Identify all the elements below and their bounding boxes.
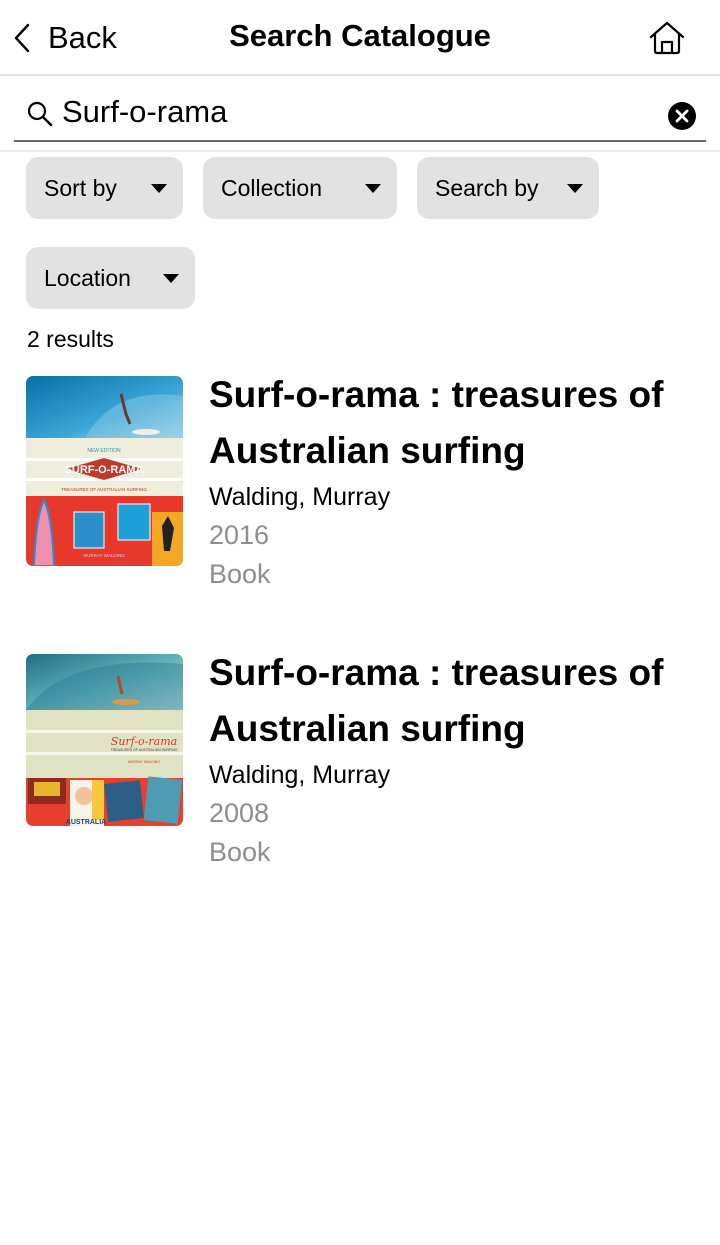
search-by-dropdown[interactable]: Search by — [417, 157, 599, 219]
result-title[interactable]: Surf-o-rama : treasures of Australian su… — [209, 367, 699, 479]
collection-label: Collection — [221, 174, 322, 201]
result-title[interactable]: Surf-o-rama : treasures of Australian su… — [209, 645, 699, 757]
cover-edition-text: NEW EDITION — [87, 448, 121, 454]
caret-down-icon — [365, 183, 381, 193]
result-item[interactable]: SURF-O-RAMA NEW EDITION TREASURES OF AUS… — [26, 372, 706, 589]
cover-poster-text: AUSTRALIA — [66, 819, 106, 826]
search-icon — [27, 101, 53, 127]
sort-by-dropdown[interactable]: Sort by — [26, 157, 183, 219]
results-count: 2 results — [27, 326, 114, 352]
result-author: Walding, Murray — [209, 483, 391, 511]
result-type: Book — [209, 559, 271, 589]
search-by-label: Search by — [435, 174, 539, 201]
clear-search-button[interactable] — [668, 102, 696, 130]
result-year: 2008 — [209, 798, 270, 828]
caret-down-icon — [163, 273, 179, 283]
cover-subtitle-text: TREASURES OF AUSTRALIAN SURFING — [111, 748, 178, 752]
nav-bar: Back Search Catalogue — [0, 0, 720, 76]
book-cover-image: SURF-O-RAMA NEW EDITION TREASURES OF AUS… — [26, 376, 183, 566]
clear-icon — [675, 109, 689, 123]
page-title: Search Catalogue — [229, 18, 491, 53]
book-cover-image: Surf-o-rama TREASURES OF AUSTRALIAN SURF… — [26, 654, 183, 826]
caret-down-icon — [567, 183, 583, 193]
result-type: Book — [209, 837, 271, 867]
cover-author-text: MURRAY WALDING — [128, 760, 160, 764]
home-icon[interactable] — [648, 20, 686, 56]
divider — [0, 150, 720, 152]
location-label: Location — [44, 264, 131, 291]
cover-logo-text: Surf-o-rama — [111, 735, 177, 748]
search-bar — [14, 76, 706, 142]
cover-author-text: MURRAY WALDING — [83, 553, 125, 558]
cover-subtitle-text: TREASURES OF AUSTRALIAN SURFING — [61, 487, 147, 492]
location-dropdown[interactable]: Location — [26, 247, 195, 309]
result-item[interactable]: Surf-o-rama TREASURES OF AUSTRALIAN SURF… — [26, 650, 706, 867]
sort-by-label: Sort by — [44, 174, 117, 201]
result-year: 2016 — [209, 520, 270, 550]
collection-dropdown[interactable]: Collection — [203, 157, 397, 219]
cover-logo-text: SURF-O-RAMA — [65, 464, 144, 476]
caret-down-icon — [151, 183, 167, 193]
search-input[interactable] — [62, 90, 652, 134]
result-author: Walding, Murray — [209, 761, 391, 789]
